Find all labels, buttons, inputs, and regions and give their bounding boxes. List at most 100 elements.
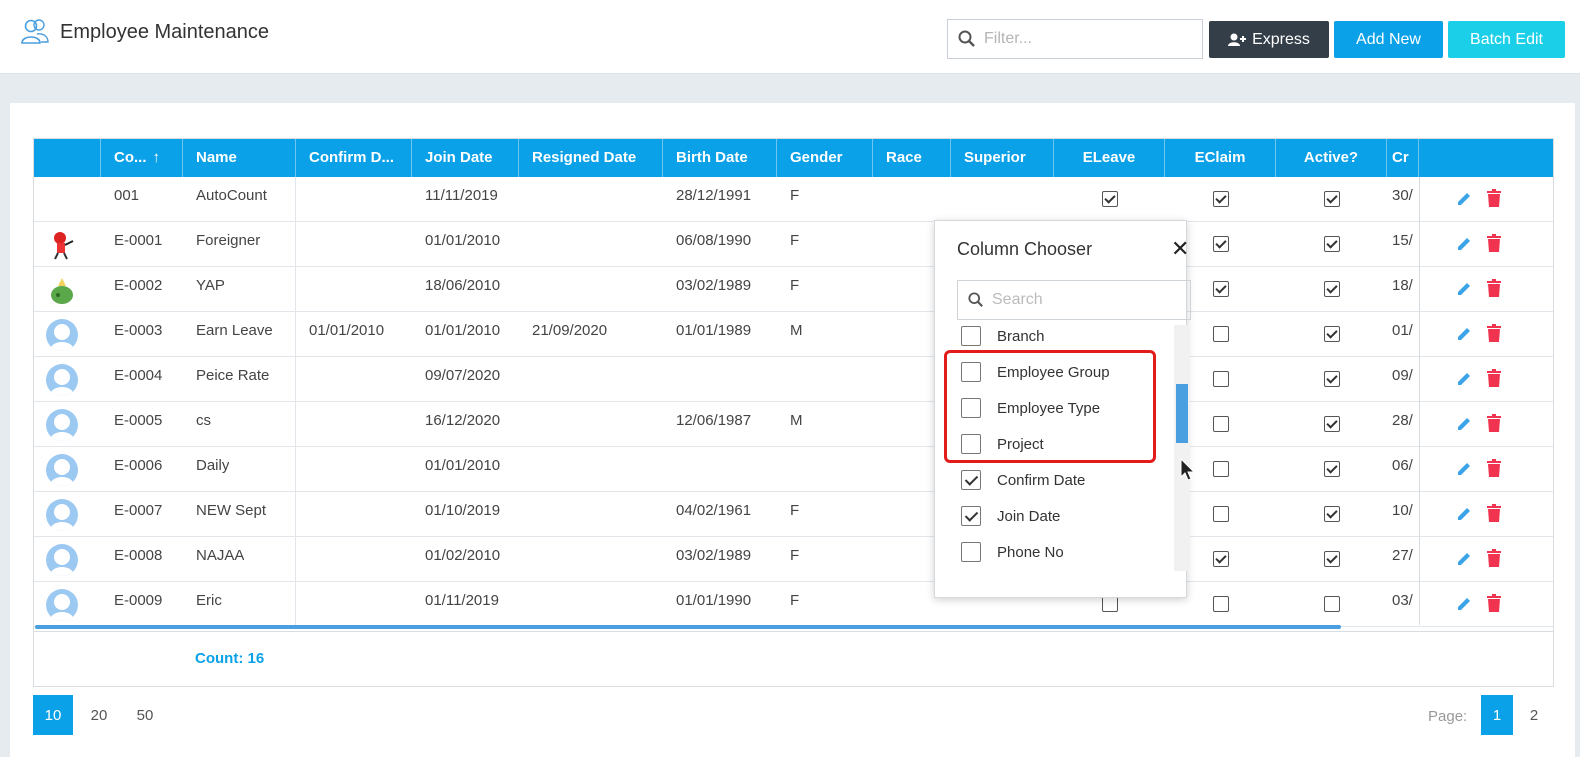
column-header-eleave[interactable]: ELeave — [1054, 139, 1165, 177]
table-row[interactable]: E-0005 cs 16/12/2020 12/06/1987 M 28/ — [34, 402, 1553, 447]
filter-box[interactable] — [947, 19, 1203, 59]
filter-input[interactable] — [984, 30, 1184, 48]
active-checkbox[interactable] — [1324, 461, 1340, 477]
active-checkbox[interactable] — [1324, 416, 1340, 432]
cell-confirm — [296, 492, 309, 537]
page-size-20[interactable]: 20 — [79, 695, 119, 735]
column-header-join-date[interactable]: Join Date — [412, 139, 519, 177]
column-search-box[interactable] — [957, 280, 1191, 320]
page-size-10[interactable]: 10 — [33, 695, 73, 735]
delete-icon[interactable] — [1486, 414, 1502, 433]
page-2-button[interactable]: 2 — [1518, 695, 1550, 735]
column-option[interactable]: Confirm Date — [961, 465, 1161, 495]
edit-icon[interactable] — [1455, 550, 1473, 568]
delete-icon[interactable] — [1486, 279, 1502, 298]
table-row[interactable]: E-0001 Foreigner 01/01/2010 06/08/1990 F 15/ — [34, 222, 1553, 267]
delete-icon[interactable] — [1486, 504, 1502, 523]
column-chooser-title: Column Chooser — [957, 239, 1093, 259]
cell-confirm — [296, 447, 309, 492]
edit-icon[interactable] — [1455, 325, 1473, 343]
column-header-superior[interactable]: Superior — [951, 139, 1054, 177]
cell-name: NEW Sept — [196, 502, 267, 519]
batch-edit-button[interactable]: Batch Edit — [1448, 21, 1565, 58]
table-row[interactable]: E-0008 NAJAA 01/02/2010 03/02/1989 F 27/ — [34, 537, 1553, 582]
eclaim-checkbox[interactable] — [1213, 236, 1229, 252]
column-header-race[interactable]: Race — [873, 139, 951, 177]
page-1-button[interactable]: 1 — [1481, 695, 1513, 735]
column-option-checkbox[interactable] — [961, 542, 981, 562]
edit-icon[interactable] — [1455, 415, 1473, 433]
column-list-scroll-track[interactable] — [1174, 325, 1190, 571]
cell-join: 01/01/2010 — [425, 232, 501, 249]
table-row[interactable]: E-0002 YAP 18/06/2010 03/02/1989 F 18/ — [34, 267, 1553, 312]
column-header-code[interactable]: Co... ↑ — [101, 139, 183, 177]
eclaim-checkbox[interactable] — [1213, 191, 1229, 207]
table-row[interactable]: E-0003 Earn Leave 01/01/2010 01/01/2010 21/0… — [34, 312, 1553, 357]
column-header-gender[interactable]: Gender — [777, 139, 873, 177]
active-checkbox[interactable] — [1324, 236, 1340, 252]
edit-icon[interactable] — [1455, 370, 1473, 388]
delete-icon[interactable] — [1486, 459, 1502, 478]
eclaim-checkbox[interactable] — [1213, 596, 1229, 612]
column-header-confirm-date[interactable]: Confirm D... — [296, 139, 412, 177]
edit-icon[interactable] — [1455, 280, 1473, 298]
column-option[interactable]: Join Date — [961, 501, 1161, 531]
column-option-label: Confirm Date — [997, 471, 1086, 489]
eclaim-checkbox[interactable] — [1213, 326, 1229, 342]
eleave-checkbox[interactable] — [1102, 596, 1118, 612]
table-row[interactable]: 001 AutoCount 11/11/2019 28/12/1991 F 30/ — [34, 177, 1553, 222]
active-checkbox[interactable] — [1324, 191, 1340, 207]
eclaim-checkbox[interactable] — [1213, 281, 1229, 297]
column-list-scroll-thumb[interactable] — [1176, 384, 1188, 443]
table-row[interactable]: E-0009 Eric 01/11/2019 01/01/1990 F 03/ — [34, 582, 1553, 627]
column-option-checkbox[interactable] — [961, 470, 981, 490]
column-header-name[interactable]: Name — [183, 139, 296, 177]
add-new-button[interactable]: Add New — [1334, 21, 1443, 58]
edit-icon[interactable] — [1455, 460, 1473, 478]
eclaim-checkbox[interactable] — [1213, 506, 1229, 522]
active-checkbox[interactable] — [1324, 506, 1340, 522]
edit-icon[interactable] — [1455, 595, 1473, 613]
column-option[interactable]: Phone No — [961, 537, 1161, 567]
eclaim-checkbox[interactable] — [1213, 461, 1229, 477]
column-header-active[interactable]: Active? — [1276, 139, 1387, 177]
active-checkbox[interactable] — [1324, 551, 1340, 567]
delete-icon[interactable] — [1486, 189, 1502, 208]
column-header-actions — [1419, 139, 1553, 177]
cell-cr: 09/ — [1392, 367, 1413, 384]
column-search-input[interactable] — [992, 291, 1172, 309]
delete-icon[interactable] — [1486, 324, 1502, 343]
delete-icon[interactable] — [1486, 234, 1502, 253]
edit-icon[interactable] — [1455, 235, 1473, 253]
cell-cr: 15/ — [1392, 232, 1413, 249]
cell-code: E-0002 — [114, 277, 163, 294]
eclaim-checkbox[interactable] — [1213, 371, 1229, 387]
page-size-50[interactable]: 50 — [125, 695, 165, 735]
eleave-checkbox[interactable] — [1102, 191, 1118, 207]
close-icon[interactable]: ✕ — [1171, 238, 1189, 260]
active-checkbox[interactable] — [1324, 281, 1340, 297]
edit-icon[interactable] — [1455, 190, 1473, 208]
delete-icon[interactable] — [1486, 594, 1502, 613]
column-header-resigned-date[interactable]: Resigned Date — [519, 139, 663, 177]
express-button[interactable]: Express — [1209, 21, 1329, 58]
active-checkbox[interactable] — [1324, 371, 1340, 387]
cell-birth — [663, 357, 676, 402]
table-row[interactable]: E-0007 NEW Sept 01/10/2019 04/02/1961 F 10/ — [34, 492, 1553, 537]
delete-icon[interactable] — [1486, 369, 1502, 388]
horizontal-scrollbar[interactable] — [35, 625, 1341, 629]
column-option[interactable]: Branch — [961, 321, 1161, 351]
column-header-eclaim[interactable]: EClaim — [1165, 139, 1276, 177]
edit-icon[interactable] — [1455, 505, 1473, 523]
column-header-created[interactable]: Cr — [1387, 139, 1419, 177]
eclaim-checkbox[interactable] — [1213, 416, 1229, 432]
active-checkbox[interactable] — [1324, 596, 1340, 612]
column-header-birth-date[interactable]: Birth Date — [663, 139, 777, 177]
table-row[interactable]: E-0006 Daily 01/01/2010 06/ — [34, 447, 1553, 492]
eclaim-checkbox[interactable] — [1213, 551, 1229, 567]
column-option-checkbox[interactable] — [961, 506, 981, 526]
delete-icon[interactable] — [1486, 549, 1502, 568]
table-row[interactable]: E-0004 Peice Rate 09/07/2020 09/ — [34, 357, 1553, 402]
active-checkbox[interactable] — [1324, 326, 1340, 342]
column-option-checkbox[interactable] — [961, 326, 981, 346]
